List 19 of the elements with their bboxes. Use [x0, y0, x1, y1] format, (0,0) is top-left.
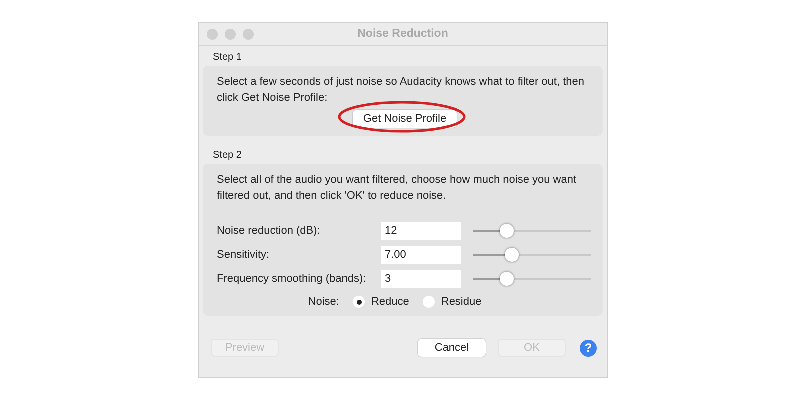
radio-label[interactable]: Reduce — [371, 296, 410, 308]
help-icon[interactable]: ? — [580, 340, 597, 356]
window-title: Noise Reduction — [358, 28, 448, 40]
value-field[interactable]: 3 — [381, 270, 461, 288]
radio-button[interactable] — [423, 296, 436, 308]
get-noise-profile-button[interactable]: Get Noise Profile — [353, 110, 457, 128]
value-field[interactable]: 12 — [381, 222, 461, 240]
value-field[interactable]: 7.00 — [381, 246, 461, 264]
step-label: Step 2 — [213, 150, 242, 161]
setting-label: Sensitivity: — [217, 249, 271, 261]
setting-label: Frequency smoothing (bands): — [217, 273, 368, 285]
setting-label: Noise reduction (dB): — [217, 225, 322, 237]
instruction-text: Select a few seconds of just noise so Audacity knows what to filter out, then click Get Noise Profile: — [217, 75, 586, 106]
dialog-button[interactable]: Cancel — [418, 339, 486, 357]
step-label: Step 1 — [213, 52, 242, 63]
radio-label[interactable]: Residue — [441, 296, 482, 308]
radio-button[interactable] — [353, 296, 366, 308]
instruction-text: Select all of the audio you want filtered, choose how much noise you want filtered out, and then click 'OK' to reduce noise. — [217, 173, 578, 204]
noise-label: Noise: — [308, 296, 340, 308]
